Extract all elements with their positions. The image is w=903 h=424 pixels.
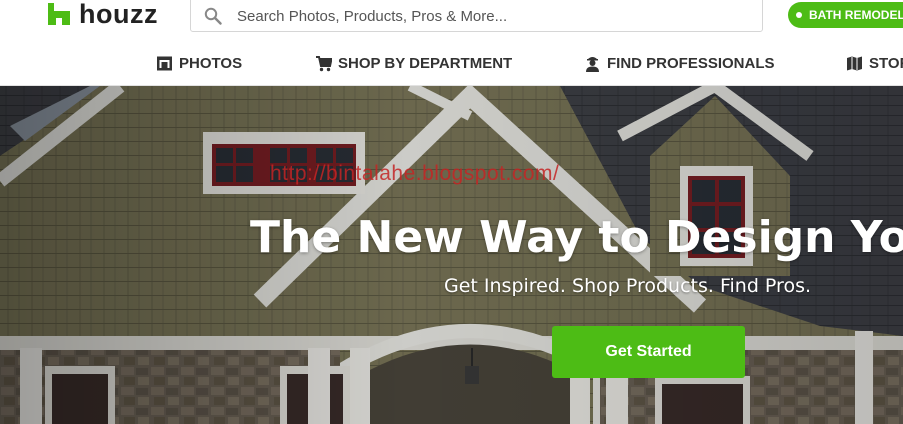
site-header: houzz BATH REMODEL PHOTOS bbox=[0, 0, 903, 86]
hero-banner: http://bintalahe.blogspot.com/ The New W… bbox=[0, 86, 903, 424]
map-icon bbox=[847, 56, 862, 70]
hero-subheadline: Get Inspired. Shop Products. Find Pros. bbox=[444, 275, 812, 297]
houzz-logo-icon bbox=[48, 3, 70, 25]
nav-item-photos[interactable]: PHOTOS bbox=[156, 50, 242, 76]
search-box[interactable] bbox=[190, 0, 763, 32]
promo-label: BATH REMODEL bbox=[809, 8, 903, 22]
bath-remodel-promo[interactable]: BATH REMODEL bbox=[788, 2, 903, 28]
shopping-cart-icon bbox=[316, 55, 332, 71]
nav-label-find-professionals: FIND PROFESSIONALS bbox=[607, 54, 775, 72]
hero-headline: The New Way to Design Your bbox=[250, 212, 903, 263]
nav-item-shop-by-department[interactable]: SHOP BY DEPARTMENT bbox=[315, 50, 512, 76]
professional-icon bbox=[586, 56, 599, 72]
nav-item-find-professionals[interactable]: FIND PROFESSIONALS bbox=[584, 50, 775, 76]
houzz-logo[interactable]: houzz bbox=[48, 0, 158, 28]
search-icon[interactable] bbox=[204, 7, 222, 25]
promo-dot bbox=[796, 12, 802, 18]
nav-item-stories[interactable]: STOR bbox=[846, 50, 903, 76]
nav-label-photos: PHOTOS bbox=[179, 54, 243, 72]
main-nav: PHOTOS SHOP BY DEPARTMENT FIND PROFESSIO… bbox=[0, 50, 903, 76]
logo-text: houzz bbox=[79, 0, 158, 29]
search-input[interactable] bbox=[237, 3, 737, 29]
watermark-text: http://bintalahe.blogspot.com/ bbox=[270, 162, 560, 185]
photo-icon bbox=[157, 56, 172, 70]
get-started-button[interactable]: Get Started bbox=[552, 326, 745, 378]
nav-label-stories: STOR bbox=[869, 54, 903, 72]
nav-label-shop: SHOP BY DEPARTMENT bbox=[338, 54, 513, 72]
